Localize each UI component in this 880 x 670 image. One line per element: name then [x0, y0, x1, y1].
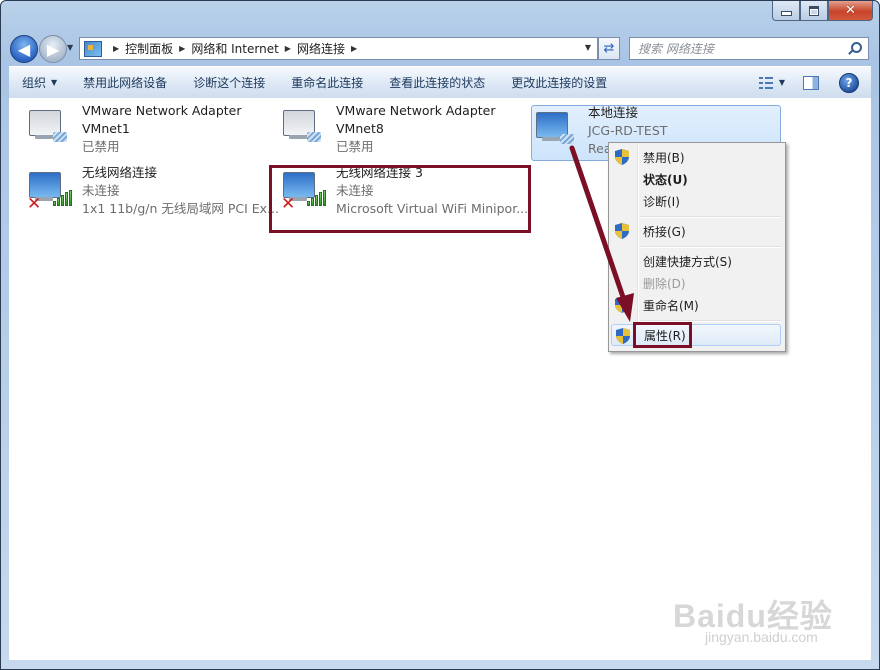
navigation-row: ◀ ▶ ▼ ▶ 控制面板 ▶ 网络和 Internet ▶ 网络连接 ▶ ▼ ⇄…	[1, 31, 879, 65]
menu-item-rename[interactable]: 重命名(M)	[611, 294, 781, 316]
change-settings-button[interactable]: 更改此连接的设置	[498, 67, 620, 98]
close-button[interactable]: ✕	[828, 1, 873, 21]
breadcrumb-separator-icon[interactable]: ▶	[351, 44, 357, 53]
annotation-highlight-box	[269, 165, 531, 233]
close-icon: ✕	[845, 3, 856, 18]
uac-shield-icon	[615, 149, 629, 165]
ethernet-cable-icon	[560, 134, 574, 144]
organize-menu-button[interactable]: 组织 ▼	[9, 67, 70, 98]
context-menu: 禁用(B) 状态(U) 诊断(I) 桥接(G) 创建快捷方式(S) 删除(D) …	[608, 142, 786, 352]
menu-item-label: 创建快捷方式(S)	[643, 254, 732, 269]
back-arrow-icon: ◀	[17, 39, 31, 59]
breadcrumb-control-panel[interactable]: 控制面板	[125, 40, 173, 57]
search-box[interactable]: 搜索 网络连接	[629, 37, 869, 60]
connection-network: JCG-RD-TEST	[588, 123, 668, 138]
view-status-button[interactable]: 查看此连接的状态	[376, 67, 498, 98]
uac-shield-icon	[615, 223, 629, 239]
title-bar: ✕	[1, 1, 879, 29]
uac-shield-icon	[616, 328, 630, 344]
menu-item-label: 诊断(I)	[643, 194, 680, 209]
search-placeholder[interactable]: 搜索 网络连接	[638, 40, 714, 57]
watermark-url: jingyan.baidu.com	[705, 629, 818, 645]
connection-status: 已禁用	[82, 139, 120, 154]
connection-device: VMnet1	[82, 121, 130, 136]
connection-details: VMware Network Adapter VMnet8 已禁用	[336, 102, 496, 156]
address-dropdown-icon[interactable]: ▼	[585, 43, 591, 52]
menu-item-disable[interactable]: 禁用(B)	[611, 146, 781, 168]
connection-item-wireless[interactable]: ✕ 无线网络连接 未连接 1x1 11b/g/n 无线局域网 PCI Ex...	[19, 164, 279, 216]
breadcrumb-network-connections[interactable]: 网络连接	[297, 40, 345, 57]
network-adapter-icon	[29, 108, 69, 148]
connection-details: VMware Network Adapter VMnet1 已禁用	[82, 102, 242, 156]
window-controls: ✕	[772, 1, 873, 21]
network-adapter-icon	[536, 110, 576, 150]
monitor-stand-icon	[289, 135, 307, 139]
forward-button[interactable]: ▶	[39, 35, 67, 63]
menu-separator	[641, 246, 781, 248]
menu-item-delete: 删除(D)	[611, 272, 781, 294]
ethernet-cable-icon	[53, 132, 67, 142]
connection-name: 本地连接	[588, 105, 639, 120]
menu-item-label: 桥接(G)	[643, 224, 686, 239]
menu-item-label: 删除(D)	[643, 276, 686, 291]
connection-name: VMware Network Adapter	[336, 103, 496, 118]
annotation-highlight-properties	[633, 322, 692, 348]
organize-label: 组织	[22, 76, 47, 90]
menu-item-label: 状态(U)	[643, 172, 688, 187]
maximize-icon	[809, 5, 819, 16]
signal-strength-icon	[53, 190, 75, 206]
connection-item-vmnet1[interactable]: VMware Network Adapter VMnet1 已禁用	[19, 102, 259, 154]
minimize-icon	[780, 11, 792, 16]
breadcrumb-separator-icon[interactable]: ▶	[285, 44, 291, 53]
forward-arrow-icon: ▶	[46, 39, 60, 59]
rename-connection-button[interactable]: 重命名此连接	[278, 67, 376, 98]
disconnected-x-icon: ✕	[27, 194, 42, 214]
breadcrumb-separator-icon[interactable]: ▶	[113, 44, 119, 53]
maximize-button[interactable]	[800, 1, 828, 21]
uac-shield-icon	[615, 297, 629, 313]
menu-separator	[641, 216, 781, 218]
refresh-icon: ⇄	[603, 41, 615, 56]
connection-details: 无线网络连接 未连接 1x1 11b/g/n 无线局域网 PCI Ex...	[82, 164, 279, 218]
help-icon[interactable]: ?	[839, 72, 859, 93]
view-controls: ▼ ?	[758, 67, 871, 98]
chevron-down-icon: ▼	[51, 78, 58, 87]
recent-pages-dropdown[interactable]: ▼	[67, 43, 73, 52]
breadcrumb-separator-icon[interactable]: ▶	[179, 44, 185, 53]
monitor-stand-icon	[35, 135, 53, 139]
refresh-button[interactable]: ⇄	[598, 37, 620, 60]
menu-item-label: 禁用(B)	[643, 150, 685, 165]
wireless-adapter-icon: ✕	[27, 170, 72, 214]
connection-device: VMnet8	[336, 121, 384, 136]
connection-status: 未连接	[82, 183, 120, 198]
connection-status: 已禁用	[336, 139, 374, 154]
network-adapter-icon	[283, 108, 323, 148]
menu-item-status[interactable]: 状态(U)	[611, 168, 781, 190]
diagnose-connection-button[interactable]: 诊断这个连接	[180, 67, 278, 98]
connection-name: VMware Network Adapter	[82, 103, 242, 118]
preview-pane-icon[interactable]	[803, 75, 819, 90]
breadcrumb-network-internet[interactable]: 网络和 Internet	[191, 40, 278, 57]
menu-item-bridge[interactable]: 桥接(G)	[611, 220, 781, 242]
monitor-stand-icon	[542, 137, 560, 141]
minimize-button[interactable]	[772, 1, 800, 21]
menu-item-diagnose[interactable]: 诊断(I)	[611, 190, 781, 212]
search-icon[interactable]	[846, 41, 862, 57]
breadcrumb: ▶ 控制面板 ▶ 网络和 Internet ▶ 网络连接 ▶	[107, 40, 363, 57]
view-options-dropdown-icon[interactable]: ▼	[779, 78, 785, 87]
disable-device-button[interactable]: 禁用此网络设备	[70, 67, 180, 98]
menu-item-label: 重命名(M)	[643, 298, 699, 313]
control-panel-icon	[84, 40, 102, 57]
command-bar: 组织 ▼ 禁用此网络设备 诊断这个连接 重命名此连接 查看此连接的状态 更改此连接…	[9, 66, 871, 99]
back-button[interactable]: ◀	[10, 35, 38, 63]
connection-item-vmnet8[interactable]: VMware Network Adapter VMnet8 已禁用	[273, 102, 513, 154]
menu-item-create-shortcut[interactable]: 创建快捷方式(S)	[611, 250, 781, 272]
connection-device: 1x1 11b/g/n 无线局域网 PCI Ex...	[82, 201, 279, 216]
ethernet-cable-icon	[307, 132, 321, 142]
change-view-icon[interactable]	[758, 76, 773, 89]
address-bar[interactable]: ▶ 控制面板 ▶ 网络和 Internet ▶ 网络连接 ▶ ▼	[79, 37, 598, 60]
connection-name: 无线网络连接	[82, 165, 158, 180]
